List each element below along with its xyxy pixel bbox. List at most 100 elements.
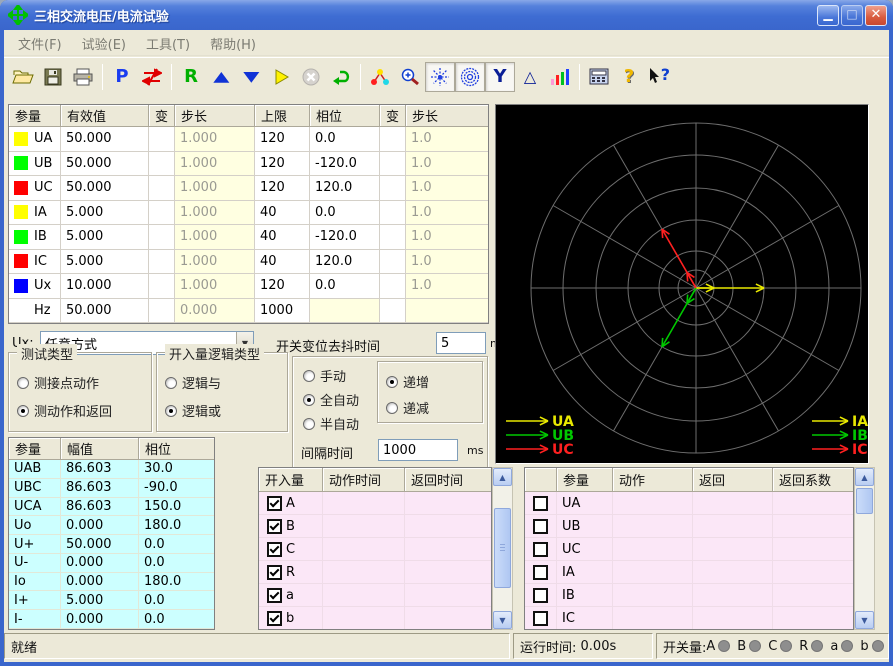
value-cell[interactable]: 50.000	[61, 176, 149, 201]
step-cell[interactable]: 1.0	[406, 274, 489, 299]
vary-cell[interactable]	[380, 274, 406, 299]
undo-button[interactable]	[326, 62, 356, 92]
print-button[interactable]	[68, 62, 98, 92]
limit-cell[interactable]: 120	[255, 176, 310, 201]
delta-view-button[interactable]: △	[515, 62, 545, 92]
zoom-button[interactable]	[395, 62, 425, 92]
vary-cell[interactable]	[149, 274, 175, 299]
step-cell[interactable]: 1.0	[406, 176, 489, 201]
checkbox-icon[interactable]	[533, 519, 548, 534]
checkbox-icon[interactable]	[267, 611, 282, 626]
value-cell[interactable]: 5.000	[61, 250, 149, 275]
step-cell[interactable]: 1.000	[175, 250, 255, 275]
checkbox-icon[interactable]	[533, 542, 548, 557]
step-cell[interactable]: 1.0	[406, 250, 489, 275]
menu-help[interactable]: 帮助(H)	[202, 32, 264, 55]
step-cell[interactable]: 1.0	[406, 152, 489, 177]
value-cell[interactable]: 5.000	[61, 201, 149, 226]
limit-cell[interactable]: 120	[255, 127, 310, 152]
parameter-p-button[interactable]: P	[107, 62, 137, 92]
result-check-cell[interactable]	[525, 538, 557, 561]
input-table-scrollbar[interactable]: ▲ ▼	[492, 467, 513, 630]
step-cell[interactable]: 1.000	[175, 201, 255, 226]
radio-manual[interactable]: 手动	[303, 366, 346, 385]
radio-icon[interactable]	[17, 405, 29, 417]
vary-cell[interactable]	[380, 250, 406, 275]
minimize-button[interactable]: ▁	[817, 5, 839, 26]
radio-icon[interactable]	[386, 402, 398, 414]
vary-cell[interactable]	[380, 201, 406, 226]
step-cell[interactable]: 1.0	[406, 225, 489, 250]
radio-full-auto[interactable]: 全自动	[303, 390, 359, 409]
vary-cell[interactable]	[380, 152, 406, 177]
phase-cell[interactable]: -120.0	[310, 225, 380, 250]
reset-r-button[interactable]: R	[176, 62, 206, 92]
phase-cell[interactable]: -120.0	[310, 152, 380, 177]
stop-test-button[interactable]	[296, 62, 326, 92]
menu-tools[interactable]: 工具(T)	[138, 32, 198, 55]
scroll-down-icon[interactable]: ▼	[855, 611, 874, 629]
checkbox-icon[interactable]	[533, 496, 548, 511]
limit-cell[interactable]: 40	[255, 250, 310, 275]
checkbox-icon[interactable]	[267, 565, 282, 580]
checkbox-icon[interactable]	[267, 519, 282, 534]
result-check-cell[interactable]	[525, 607, 557, 630]
menu-test[interactable]: 试验(E)	[74, 32, 134, 55]
radio-decrease[interactable]: 递减	[386, 398, 429, 417]
step-cell[interactable]: 1.0	[406, 201, 489, 226]
debounce-input[interactable]	[436, 332, 486, 354]
step-cell[interactable]	[406, 299, 489, 324]
scroll-track[interactable]	[855, 486, 874, 611]
harmonic-view-button[interactable]	[455, 62, 485, 92]
scroll-down-icon[interactable]: ▼	[493, 611, 512, 629]
raise-button[interactable]: ▲	[206, 62, 236, 92]
radio-icon[interactable]	[386, 376, 398, 388]
interval-input[interactable]	[378, 439, 458, 461]
result-table-scrollbar[interactable]: ▲ ▼	[854, 467, 875, 630]
radio-icon[interactable]	[165, 405, 177, 417]
phase-cell[interactable]	[310, 299, 380, 324]
result-check-cell[interactable]	[525, 492, 557, 515]
vary-cell[interactable]	[149, 152, 175, 177]
scroll-up-icon[interactable]: ▲	[855, 468, 874, 486]
step-cell[interactable]: 1.000	[175, 225, 255, 250]
scroll-thumb[interactable]	[494, 508, 511, 588]
scroll-thumb[interactable]	[856, 488, 873, 514]
radio-action-return[interactable]: 测动作和返回	[17, 401, 112, 420]
phase-cell[interactable]: 0.0	[310, 274, 380, 299]
checkbox-icon[interactable]	[267, 588, 282, 603]
radio-logic-and[interactable]: 逻辑与	[165, 373, 221, 392]
radio-logic-or[interactable]: 逻辑或	[165, 401, 221, 420]
step-cell[interactable]: 1.000	[175, 152, 255, 177]
lower-button[interactable]: ▼	[236, 62, 266, 92]
vector-button[interactable]	[365, 62, 395, 92]
checkbox-icon[interactable]	[533, 565, 548, 580]
phase-cell[interactable]: 120.0	[310, 176, 380, 201]
limit-cell[interactable]: 40	[255, 225, 310, 250]
bars-view-button[interactable]	[545, 62, 575, 92]
save-button[interactable]	[38, 62, 68, 92]
value-cell[interactable]: 10.000	[61, 274, 149, 299]
close-button[interactable]: ✕	[865, 5, 887, 26]
limit-cell[interactable]: 120	[255, 274, 310, 299]
calculator-button[interactable]	[584, 62, 614, 92]
radio-icon[interactable]	[303, 394, 315, 406]
help-button[interactable]: ?	[614, 62, 644, 92]
result-check-cell[interactable]	[525, 584, 557, 607]
vary-cell[interactable]	[149, 176, 175, 201]
vary-cell[interactable]	[380, 299, 406, 324]
param-name-cell[interactable]: UA	[9, 127, 61, 152]
phase-cell[interactable]: 0.0	[310, 201, 380, 226]
vary-cell[interactable]	[380, 127, 406, 152]
vary-cell[interactable]	[149, 225, 175, 250]
scroll-up-icon[interactable]: ▲	[493, 468, 512, 486]
value-cell[interactable]: 50.000	[61, 152, 149, 177]
vary-cell[interactable]	[380, 176, 406, 201]
param-name-cell[interactable]: Ux	[9, 274, 61, 299]
limit-cell[interactable]: 120	[255, 152, 310, 177]
step-cell[interactable]: 1.000	[175, 274, 255, 299]
step-cell[interactable]: 1.0	[406, 127, 489, 152]
input-channel-cell[interactable]: A	[259, 492, 323, 515]
input-channel-cell[interactable]: B	[259, 515, 323, 538]
param-name-cell[interactable]: IC	[9, 250, 61, 275]
